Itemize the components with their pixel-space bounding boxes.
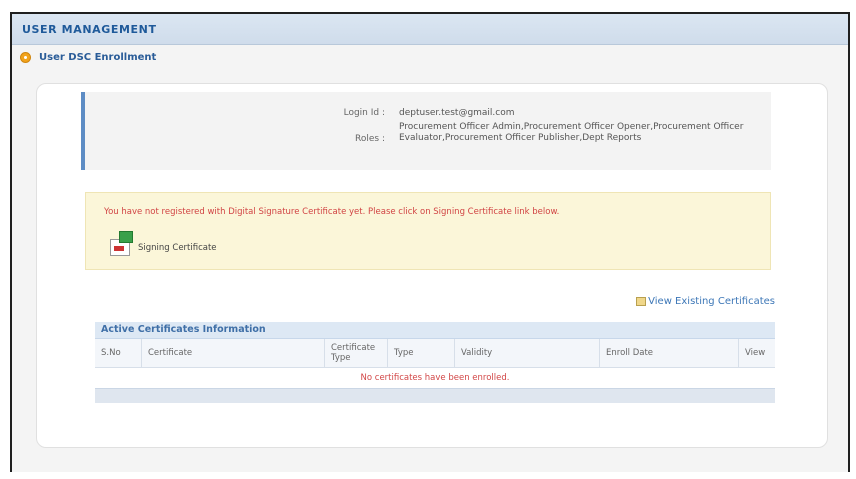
login-id-label: Login Id : <box>343 108 385 118</box>
column-header-certificate-type: Certificate Type <box>324 339 388 368</box>
page-title: USER MANAGEMENT <box>22 22 157 36</box>
view-certificate-icon <box>636 297 647 306</box>
view-existing-certificates-label: View Existing Certificates <box>648 296 775 307</box>
section-bullet-icon <box>20 52 31 63</box>
dsc-warning-message: You have not registered with Digital Sig… <box>104 207 560 217</box>
column-header-view: View <box>738 339 775 368</box>
table-footer <box>95 388 775 403</box>
enrollment-panel: Login Id : deptuser.test@gmail.com Roles… <box>36 83 828 448</box>
column-header-certificate: Certificate <box>141 339 325 368</box>
signing-certificate-icon <box>110 231 136 257</box>
column-header-enroll-date: Enroll Date <box>599 339 739 368</box>
signing-certificate-label: Signing Certificate <box>138 243 217 253</box>
column-header-type: Type <box>387 339 455 368</box>
active-certificates-table: Active Certificates Information S.No Cer… <box>95 322 775 418</box>
certificates-grid: S.No Certificate Certificate Type Type V… <box>95 339 775 388</box>
login-id-value: deptuser.test@gmail.com <box>399 108 515 118</box>
empty-table-message: No certificates have been enrolled. <box>95 367 775 388</box>
roles-label: Roles : <box>355 134 385 144</box>
page-header: USER MANAGEMENT <box>12 14 848 45</box>
signing-certificate-link[interactable]: Signing Certificate <box>110 231 217 257</box>
column-header-validity: Validity <box>454 339 600 368</box>
roles-value: Procurement Officer Admin,Procurement Of… <box>399 122 744 143</box>
table-header-row: S.No Certificate Certificate Type Type V… <box>95 339 775 368</box>
table-row: No certificates have been enrolled. <box>95 367 775 388</box>
section-heading: User DSC Enrollment <box>20 52 156 63</box>
user-info-box: Login Id : deptuser.test@gmail.com Roles… <box>81 92 771 170</box>
column-header-sno: S.No <box>95 339 142 368</box>
dsc-warning-box: You have not registered with Digital Sig… <box>85 192 771 270</box>
view-existing-certificates-link[interactable]: View Existing Certificates <box>636 296 775 307</box>
section-title: User DSC Enrollment <box>39 52 157 63</box>
table-title: Active Certificates Information <box>95 322 775 339</box>
